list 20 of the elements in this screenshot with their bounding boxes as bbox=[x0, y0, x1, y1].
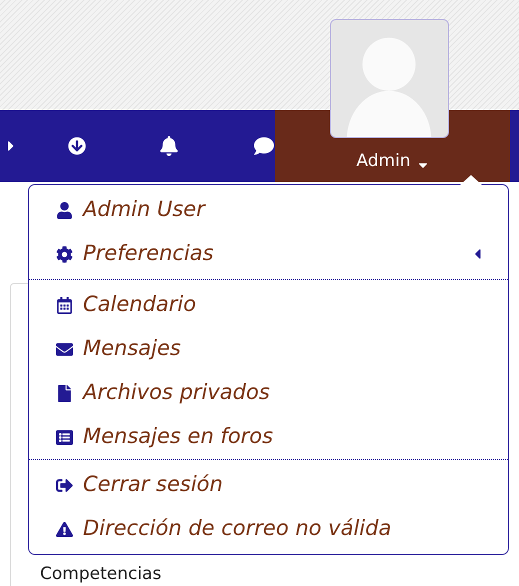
menu-item[interactable]: Admin User bbox=[83, 194, 205, 226]
menu-item[interactable]: Dirección de correo no válida bbox=[83, 513, 392, 545]
menu-item[interactable]: Mensajes bbox=[83, 333, 181, 365]
menu-item[interactable]: Cerrar sesión bbox=[83, 469, 223, 501]
calendar-icon bbox=[56, 296, 73, 314]
list-icon bbox=[56, 428, 73, 446]
settings-icon bbox=[56, 246, 73, 262]
menu-item[interactable]: Preferencias bbox=[83, 238, 214, 270]
warning-icon bbox=[56, 520, 73, 538]
menu-item[interactable]: Archivos privados bbox=[83, 377, 270, 409]
logout-icon bbox=[56, 476, 73, 494]
chat-icon[interactable] bbox=[253, 136, 275, 156]
menu-item[interactable]: Calendario bbox=[83, 289, 196, 321]
download-icon[interactable] bbox=[68, 137, 86, 155]
user-icon bbox=[56, 202, 73, 218]
menu-item[interactable]: Mensajes en foros bbox=[83, 421, 274, 453]
file-icon bbox=[56, 384, 73, 402]
menu-item[interactable]: Competencias bbox=[40, 564, 162, 584]
envelope-icon bbox=[56, 340, 73, 358]
notification-icon[interactable] bbox=[159, 136, 180, 156]
